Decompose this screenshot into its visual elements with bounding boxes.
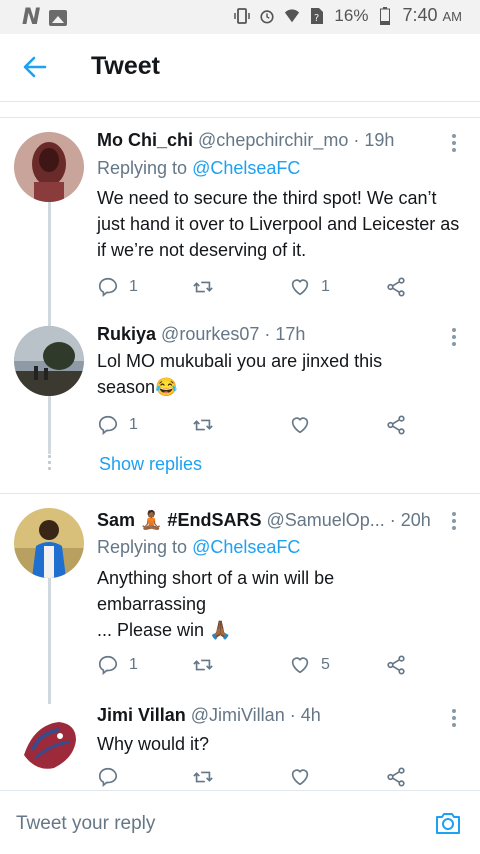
reply-button[interactable]	[97, 766, 129, 788]
retweet-icon	[193, 771, 213, 783]
avatar[interactable]	[14, 132, 84, 202]
retweet-button[interactable]	[192, 766, 224, 788]
heart-icon	[291, 417, 309, 434]
share-icon	[387, 415, 405, 435]
reply-icon	[98, 277, 118, 298]
avatar[interactable]	[14, 710, 84, 780]
retweet-button[interactable]	[192, 276, 224, 298]
image-notification-icon	[49, 9, 68, 26]
more-vertical-icon[interactable]	[452, 709, 458, 730]
author-name[interactable]: Rukiya	[97, 324, 156, 344]
clock: 7:40 AM	[402, 5, 462, 25]
retweet-icon	[193, 659, 213, 671]
vibrate-icon	[234, 7, 251, 24]
tweet-actions	[97, 766, 417, 790]
reply-tweet[interactable]: Rukiya @rourkes07 · 17h Lol MO mukubali …	[0, 310, 480, 490]
tweet-actions: 1	[97, 414, 417, 438]
share-icon	[387, 655, 405, 675]
no-sim-icon: ?	[311, 7, 324, 24]
replying-to: Replying to @ChelseaFC	[97, 158, 301, 178]
reply-composer: Tweet your reply	[0, 790, 480, 854]
tweet-text: Anything short of a win will be embarras…	[97, 568, 335, 640]
tweet-actions: 1 5	[97, 654, 417, 678]
battery-icon	[380, 6, 391, 25]
retweet-button[interactable]	[192, 654, 224, 676]
app-logo-icon: N	[22, 5, 40, 30]
author-name[interactable]: Sam 🧘🏾 #EndSARS	[97, 510, 261, 530]
retweet-icon	[193, 419, 213, 431]
top-app-bar: Tweet	[0, 34, 480, 102]
show-replies-link[interactable]: Show replies	[99, 454, 202, 475]
battery-percent: 16%	[334, 5, 369, 25]
like-button[interactable]	[289, 766, 321, 788]
reply-icon	[98, 767, 118, 788]
svg-text:?: ?	[314, 13, 319, 24]
thread-dots	[47, 452, 52, 473]
wifi-icon	[285, 8, 300, 22]
share-button[interactable]	[385, 414, 407, 436]
page-title: Tweet	[91, 52, 160, 80]
reply-tweet[interactable]: Mo Chi_chi @chepchirchir_mo · 19h Replyi…	[0, 118, 480, 392]
share-button[interactable]	[385, 766, 407, 788]
more-vertical-icon[interactable]	[452, 134, 458, 155]
like-button[interactable]: 1	[289, 276, 330, 298]
reply-icon	[98, 415, 118, 436]
author-handle: @SamuelOp... · 20h	[266, 510, 431, 530]
status-bar: N ? 16% 7:40 AM	[0, 0, 480, 34]
tweet-text: Why would it?	[97, 734, 210, 754]
camera-icon[interactable]	[434, 809, 462, 837]
mention-link[interactable]: @ChelseaFC	[192, 158, 300, 178]
alarm-icon	[260, 9, 274, 23]
more-vertical-icon[interactable]	[452, 328, 458, 349]
heart-icon	[291, 657, 309, 674]
tweet-actions: 1 1	[97, 276, 417, 300]
author-name[interactable]: Jimi Villan	[97, 705, 186, 725]
share-button[interactable]	[385, 654, 407, 676]
heart-icon	[291, 769, 309, 786]
author-handle: @JimiVillan · 4h	[190, 705, 321, 725]
heart-icon	[291, 279, 309, 296]
reply-button[interactable]: 1	[97, 276, 138, 298]
share-button[interactable]	[385, 276, 407, 298]
avatar[interactable]	[14, 326, 84, 396]
more-vertical-icon[interactable]	[452, 512, 458, 533]
replying-to: Replying to @ChelseaFC	[97, 537, 301, 557]
reply-tweet[interactable]: Jimi Villan @JimiVillan · 4h Why would i…	[0, 696, 480, 790]
mention-link[interactable]: @ChelseaFC	[192, 537, 300, 557]
reply-tweet[interactable]: Sam 🧘🏾 #EndSARS @SamuelOp... · 20h Reply…	[0, 494, 480, 704]
share-icon	[387, 767, 405, 787]
share-icon	[387, 277, 405, 297]
author-handle: @chepchirchir_mo · 19h	[198, 130, 395, 150]
author-name[interactable]: Mo Chi_chi	[97, 130, 193, 150]
reply-button[interactable]: 1	[97, 654, 138, 676]
reply-icon	[98, 655, 118, 676]
avatar[interactable]	[14, 508, 84, 578]
like-button[interactable]	[289, 414, 321, 436]
author-handle: @rourkes07 · 17h	[161, 324, 306, 344]
retweet-icon	[193, 281, 213, 293]
thread-line	[48, 578, 51, 704]
reply-input[interactable]: Tweet your reply	[16, 813, 155, 835]
reply-button[interactable]: 1	[97, 414, 138, 436]
thread-line	[48, 396, 51, 454]
like-button[interactable]: 5	[289, 654, 330, 676]
arrow-left-icon[interactable]	[20, 52, 50, 82]
retweet-button[interactable]	[192, 414, 224, 436]
tweet-text: We need to secure the third spot! We can…	[97, 188, 460, 260]
tweet-text: Lol MO mukubali you are jinxed this seas…	[97, 351, 383, 397]
